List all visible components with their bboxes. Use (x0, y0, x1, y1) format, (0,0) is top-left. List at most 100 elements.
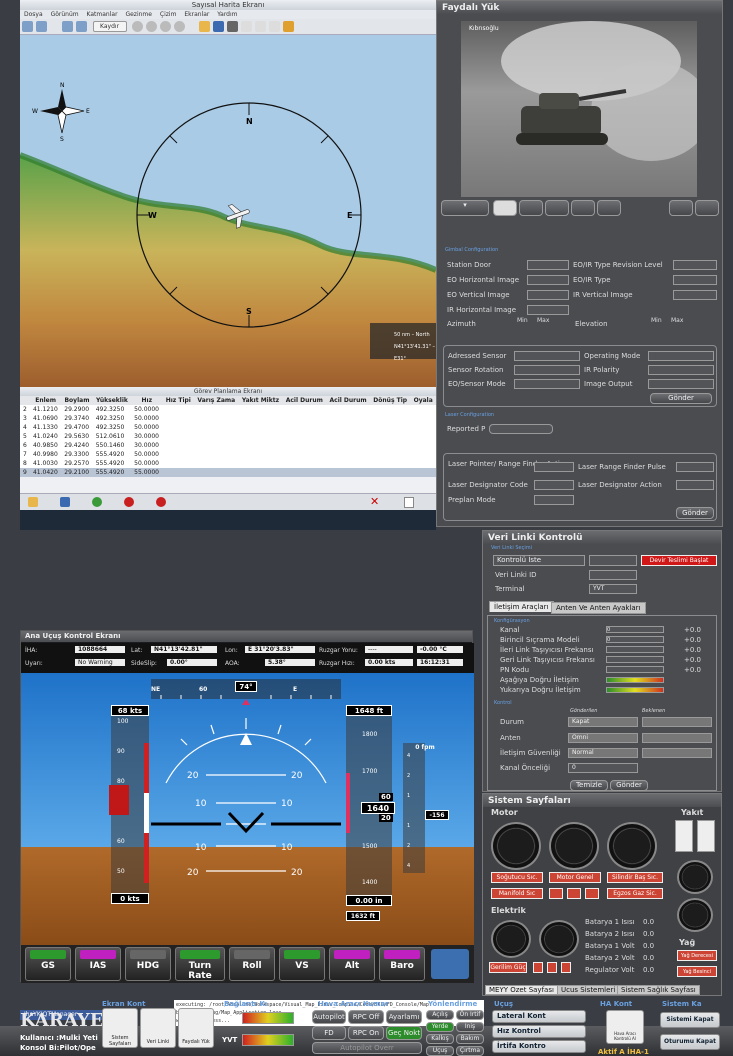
video-button[interactable] (519, 200, 543, 216)
line-icon[interactable] (254, 21, 266, 32)
direction-button[interactable]: Uçuş (426, 1046, 454, 1056)
pn-code-slider[interactable] (606, 666, 664, 673)
direction-button[interactable]: Açılış (426, 1010, 454, 1020)
lateral-control-button[interactable]: Lateral Kont (492, 1010, 586, 1023)
direction-button[interactable]: Yerde (426, 1022, 454, 1032)
sensor-rotation-select[interactable] (514, 365, 580, 375)
select-icon[interactable] (36, 21, 47, 32)
fd-button[interactable]: FD (312, 1026, 346, 1040)
menu-item[interactable]: Katmanlar (87, 11, 118, 18)
rpc-on-button[interactable]: RPC On (348, 1026, 384, 1040)
security-select[interactable]: Normal (568, 748, 638, 758)
sensor-mode-select[interactable] (514, 379, 580, 389)
eo-vertical-field[interactable] (527, 290, 569, 300)
table-row[interactable]: 7 40.9980 29.3300 555.4920 50.0000 (20, 450, 436, 459)
hop-model-slider[interactable]: 0 (606, 636, 664, 643)
roll-button[interactable]: Roll (229, 947, 275, 981)
channel-slider[interactable]: 0 (606, 626, 664, 633)
datalink-send-button[interactable]: Gönder (610, 780, 648, 791)
table-row-selected[interactable]: 9 41.0420 29.2100 555.4920 55.0000 (20, 468, 436, 477)
laser-pointer-select[interactable] (534, 462, 574, 472)
print-icon[interactable] (226, 21, 238, 32)
autopilot-override-button[interactable]: Autopilot Overr (312, 1042, 422, 1054)
col-header[interactable]: Dönüş Tip (370, 396, 410, 405)
table-row[interactable]: 4 41.1330 29.4700 492.3250 50.0000 (20, 423, 436, 432)
manifold-button[interactable]: Manifold Sıc (491, 888, 543, 899)
ir-polarity-select[interactable] (648, 365, 714, 375)
eo-ir-type-field[interactable] (673, 275, 717, 285)
speed-control-button[interactable]: Hız Kontrol (492, 1025, 586, 1038)
circle-tool-icon[interactable] (174, 21, 186, 32)
video-button[interactable] (669, 200, 693, 216)
col-header[interactable]: Yükseklik (93, 396, 131, 405)
sensor-send-button[interactable]: Gönder (650, 393, 712, 404)
adressed-sensor-select[interactable] (514, 351, 580, 361)
polygon-icon[interactable] (268, 21, 280, 32)
add-waypoint-icon[interactable] (92, 497, 102, 507)
folder-icon[interactable] (198, 21, 210, 32)
state-select[interactable]: Kapat (568, 717, 638, 727)
laser-send-button[interactable]: Gönder (676, 507, 714, 519)
shutdown-system-button[interactable]: Sistemi Kapat (660, 1012, 720, 1028)
image-output-select[interactable] (648, 379, 714, 389)
motor-general-button[interactable]: Motor Genel (549, 872, 601, 883)
voltage-button[interactable]: Gerilim Güç (489, 962, 527, 973)
tab-meyy-summary[interactable]: MEYY Ozet Sayfası (485, 985, 558, 995)
camera-select-icon[interactable]: ▾ (441, 200, 489, 216)
table-row[interactable]: 6 40.9850 29.4240 550.1460 30.0000 (20, 441, 436, 450)
table-row[interactable]: 3 41.0690 29.3740 492.3250 50.0000 (20, 414, 436, 423)
operating-mode-select[interactable] (648, 351, 714, 361)
pan-mode-button[interactable]: Kaydır (92, 21, 127, 32)
terminal-select[interactable]: YVT (589, 584, 637, 594)
table-row[interactable]: 8 41.0030 29.2570 555.4920 50.0000 (20, 459, 436, 468)
circle-tool-icon[interactable] (146, 21, 158, 32)
cylinder-head-button[interactable]: Silindir Baş Sıc. (607, 872, 663, 883)
col-header[interactable]: Acil Durum (326, 396, 370, 405)
menu-item[interactable]: Çizim (160, 11, 177, 18)
station-door-field[interactable] (527, 260, 569, 270)
take-control-button[interactable]: Hava Aracı Kontrolü Al (606, 1010, 644, 1044)
oil-temp-button[interactable]: Yağ Derecesi (677, 950, 717, 961)
rpc-off-button[interactable]: RPC Off (348, 1010, 384, 1024)
vs-button[interactable]: VS (279, 947, 325, 981)
direction-button[interactable]: Iniş (456, 1022, 484, 1032)
col-header[interactable]: Enlem (30, 396, 61, 405)
col-header[interactable]: Acil Durum (282, 396, 326, 405)
tab-flight-systems[interactable]: Ucus Sistemleri (557, 985, 620, 995)
autopilot-button[interactable]: Autopilot (312, 1010, 346, 1024)
delete-icon[interactable]: ✕ (370, 496, 382, 508)
dpad-icon[interactable] (431, 949, 469, 979)
altitude-control-button[interactable]: İrtifa Kontro (492, 1040, 586, 1053)
video-button[interactable] (545, 200, 569, 216)
ir-horizontal-field[interactable] (527, 305, 569, 315)
direction-button[interactable]: Kalkış (426, 1034, 454, 1044)
eo-horizontal-field[interactable] (527, 275, 569, 285)
oil-pressure-button[interactable]: Yağ Besinci (677, 966, 717, 977)
menu-item[interactable]: Gezinme (125, 11, 152, 18)
handover-button[interactable]: Devir Teslimi Başlat (641, 555, 717, 566)
priority-select[interactable]: 0 (568, 763, 638, 773)
col-header[interactable]: Yakıt Miktz (239, 396, 283, 405)
table-row[interactable]: 5 41.0240 29.5630 512.0610 30.0000 (20, 432, 436, 441)
reported-field[interactable] (489, 424, 553, 434)
direction-button[interactable]: Ön Irtif (456, 1010, 484, 1020)
datalink-button[interactable]: Veri Linki (140, 1008, 176, 1048)
exhaust-gas-button[interactable]: Egzos Gaz Sic. (607, 888, 663, 899)
play-button[interactable] (493, 200, 517, 216)
menu-item[interactable]: Dosya (24, 11, 43, 18)
baro-button[interactable]: Baro (379, 947, 425, 981)
range-finder-pulse-select[interactable] (676, 462, 714, 472)
document-icon[interactable] (404, 497, 414, 508)
col-header[interactable]: Hız Tipi (162, 396, 194, 405)
col-header[interactable]: Boylam (61, 396, 92, 405)
tab-communication[interactable]: İletişim Araçları (489, 601, 554, 612)
waypoint-pass-button[interactable]: Geç Nokt (386, 1026, 422, 1040)
datalink-id-field[interactable] (589, 570, 637, 580)
designator-action-select[interactable] (676, 480, 714, 490)
tab-system-health[interactable]: Sistem Sağlık Sayfası (617, 985, 700, 995)
tab-antenna[interactable]: Anten Ve Anten Ayakları (551, 602, 646, 614)
col-header[interactable]: Hız (131, 396, 162, 405)
pen-icon[interactable] (282, 21, 294, 32)
save-icon[interactable] (60, 497, 70, 507)
direction-button[interactable]: Çırtma (456, 1046, 484, 1056)
